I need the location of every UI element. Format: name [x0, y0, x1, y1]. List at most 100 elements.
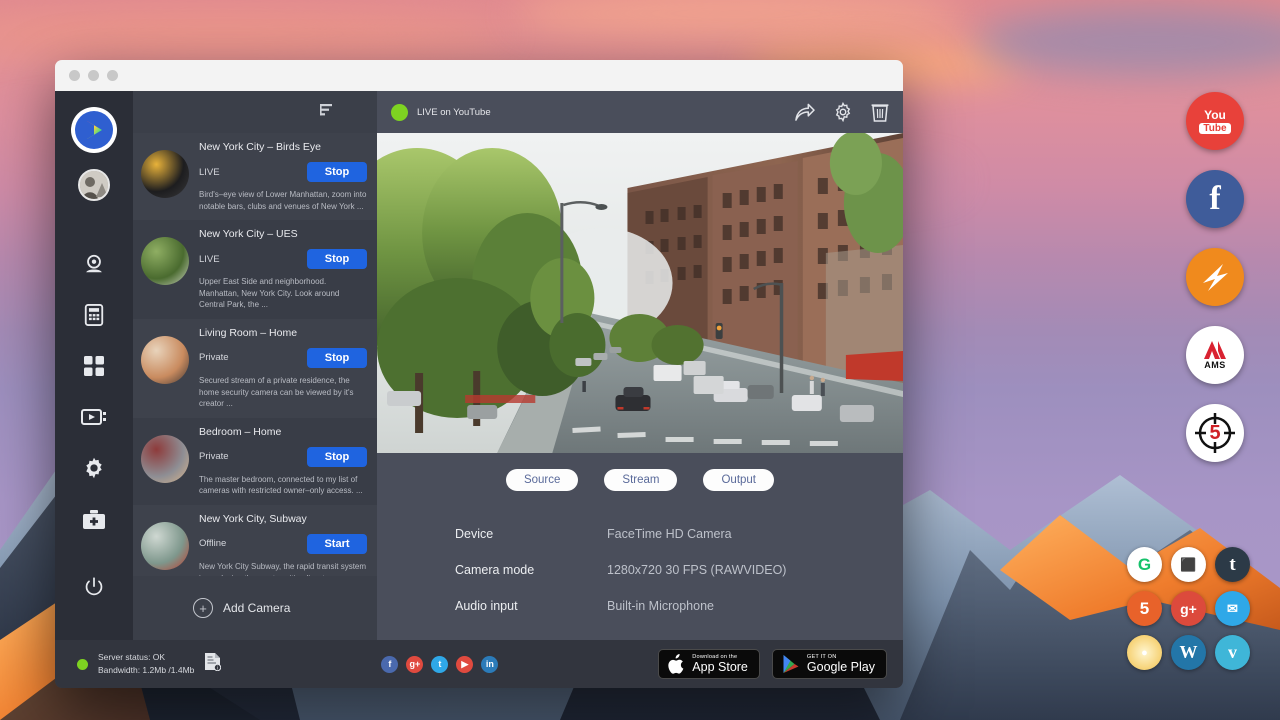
property-value[interactable]: 1280x720 30 FPS (RAWVIDEO) — [607, 563, 786, 577]
app-store-bottom-label: App Store — [692, 661, 748, 674]
camera-title: New York City – UES — [199, 228, 367, 240]
camera-title: Bedroom – Home — [199, 426, 367, 438]
camera-status: Private — [199, 451, 229, 462]
window-zoom-button[interactable] — [107, 70, 118, 81]
camera-status-row: LIVEStop — [199, 249, 367, 269]
social-icon-vimeo[interactable]: v — [1215, 635, 1250, 670]
app-store-badge[interactable]: Download on the App Store — [658, 649, 760, 679]
camera-list-item[interactable]: Bedroom – Home Private Stop The master bedr… — [133, 418, 377, 505]
sidebar-item-devices[interactable] — [68, 290, 120, 340]
camera-description: Upper East Side and neighborhood. Manhat… — [199, 276, 367, 311]
social-icon-google-plus[interactable]: g+ — [1171, 591, 1206, 626]
store-badges: Download on the App Store GET IT ON Goog… — [658, 649, 887, 679]
camera-status: Private — [199, 352, 229, 363]
camera-info: Bedroom – Home Private Stop The master bedr… — [199, 426, 367, 497]
sidebar-item-playback[interactable] — [68, 392, 120, 442]
camera-status-row: Private Stop — [199, 348, 367, 368]
dock-icon-facebook[interactable]: f — [1186, 170, 1244, 228]
window-close-button[interactable] — [69, 70, 80, 81]
status-social-twitter[interactable]: t — [431, 656, 448, 673]
camera-action-button[interactable]: Stop — [307, 348, 367, 368]
avatar-icon — [80, 171, 108, 199]
property-value[interactable]: FaceTime HD Camera — [607, 527, 732, 541]
camera-title: Living Room – Home — [199, 327, 367, 339]
tab-stream[interactable]: Stream — [604, 469, 677, 491]
social-icon-html5[interactable]: 5 — [1127, 591, 1162, 626]
camera-action-button[interactable]: Stop — [307, 162, 367, 182]
google-play-badge[interactable]: GET IT ON Google Play — [772, 649, 887, 679]
sidebar-item-toolkit[interactable] — [68, 494, 120, 544]
camera-list-item[interactable]: New York City – Birds EyeLIVEStopBird's–… — [133, 133, 377, 220]
camera-action-button[interactable]: Start — [307, 534, 367, 554]
dock-icon-target-five[interactable]: 5 — [1186, 404, 1244, 462]
stage-settings-button[interactable] — [833, 102, 853, 122]
camera-status: Offline — [199, 538, 226, 549]
status-social-facebook[interactable]: f — [381, 656, 398, 673]
camera-info: Living Room – HomePrivateStopSecured str… — [199, 327, 367, 410]
dock-icon-adobe-ams[interactable]: AMS — [1186, 326, 1244, 384]
property-key: Device — [455, 527, 607, 541]
stage-toolbar: LIVE on YouTube — [377, 91, 903, 133]
power-icon — [84, 577, 104, 597]
social-icon-wordpress[interactable]: W — [1171, 635, 1206, 670]
desktop-social-grid: G ⬛ t 5 g+ ✉ ● W v — [1127, 547, 1250, 670]
camera-list-item[interactable]: Living Room – HomePrivateStopSecured str… — [133, 319, 377, 418]
social-icon-grammarly[interactable]: G — [1127, 547, 1162, 582]
cloud-streak — [0, 14, 512, 54]
sidebar-item-dashboard[interactable] — [68, 341, 120, 391]
sidebar-item-power[interactable] — [68, 562, 120, 612]
play-triangle-icon — [782, 654, 800, 674]
sidebar-item-app-logo[interactable] — [73, 109, 115, 151]
social-icon-flickr[interactable]: ● — [1127, 635, 1162, 670]
status-social-linkedin[interactable]: in — [481, 656, 498, 673]
sort-list-icon[interactable] — [319, 102, 335, 123]
tablet-icon — [84, 304, 104, 326]
status-bar: Server status: OK Bandwidth: 1.2Mb /1.4M… — [55, 640, 903, 688]
server-status-dot — [77, 659, 88, 670]
camera-info: New York City – Birds EyeLIVEStopBird's–… — [199, 141, 367, 212]
property-value[interactable]: Built-in Microphone — [607, 599, 714, 613]
camera-title: New York City, Subway — [199, 513, 367, 525]
camera-list: New York City – Birds EyeLIVEStopBird's–… — [133, 133, 377, 576]
log-button[interactable]: i — [204, 652, 221, 676]
camera-thumbnail — [141, 435, 189, 483]
share-button[interactable] — [794, 103, 815, 122]
camera-info: New York City, SubwayOfflineStartNew Yor… — [199, 513, 367, 576]
camera-status-row: Offline Start — [199, 534, 367, 554]
camera-status: LIVE — [199, 167, 220, 178]
property-key: Audio input — [455, 599, 607, 613]
sidebar-item-cameras[interactable] — [68, 239, 120, 289]
status-social-google-plus[interactable]: g+ — [406, 656, 423, 673]
camera-description: Bird's–eye view of Lower Manhattan, zoom… — [199, 189, 367, 212]
tab-source[interactable]: Source — [506, 469, 578, 491]
camera-list-column: New York City – Birds EyeLIVEStopBird's–… — [133, 91, 377, 640]
camera-list-item[interactable]: New York City – UES LIVEStop Upper East Si… — [133, 220, 377, 319]
tab-output[interactable]: Output — [703, 469, 774, 491]
status-social-youtube[interactable]: ▶ — [456, 656, 473, 673]
window-minimize-button[interactable] — [88, 70, 99, 81]
social-icon-twitch[interactable]: ⬛ — [1171, 547, 1206, 582]
live-status-label: LIVE on YouTube — [417, 107, 491, 118]
dock-icon-youtube[interactable]: You Tube — [1186, 92, 1244, 150]
bandwidth-label: Bandwidth: 1.2Mb /1.4Mb — [98, 664, 194, 677]
delete-button[interactable] — [871, 102, 889, 122]
video-preview[interactable] — [377, 133, 903, 453]
camera-list-item[interactable]: New York City, SubwayOfflineStartNew Yor… — [133, 505, 377, 576]
camera-thumbnail — [141, 336, 189, 384]
camera-action-button[interactable]: Stop — [307, 447, 367, 467]
dock-icon-wowza[interactable] — [1186, 248, 1244, 306]
gear-icon — [83, 457, 105, 479]
social-icon-twitter[interactable]: ✉ — [1215, 591, 1250, 626]
social-icon-tumblr[interactable]: t — [1215, 547, 1250, 582]
svg-text:i: i — [217, 666, 218, 671]
app-body: New York City – Birds EyeLIVEStopBird's–… — [55, 91, 903, 640]
window-titlebar[interactable] — [55, 60, 903, 91]
tab-pill-group: Source Stream Output — [377, 469, 903, 491]
dock-label-top: You — [1204, 109, 1226, 121]
sidebar-item-user-avatar[interactable] — [78, 169, 110, 201]
sidebar-item-settings[interactable] — [68, 443, 120, 493]
add-camera-button[interactable]: + Add Camera — [133, 576, 377, 640]
camera-action-button[interactable]: Stop — [307, 249, 367, 269]
webcam-icon — [83, 253, 105, 275]
camera-description: The master bedroom, connected to my list… — [199, 474, 367, 497]
